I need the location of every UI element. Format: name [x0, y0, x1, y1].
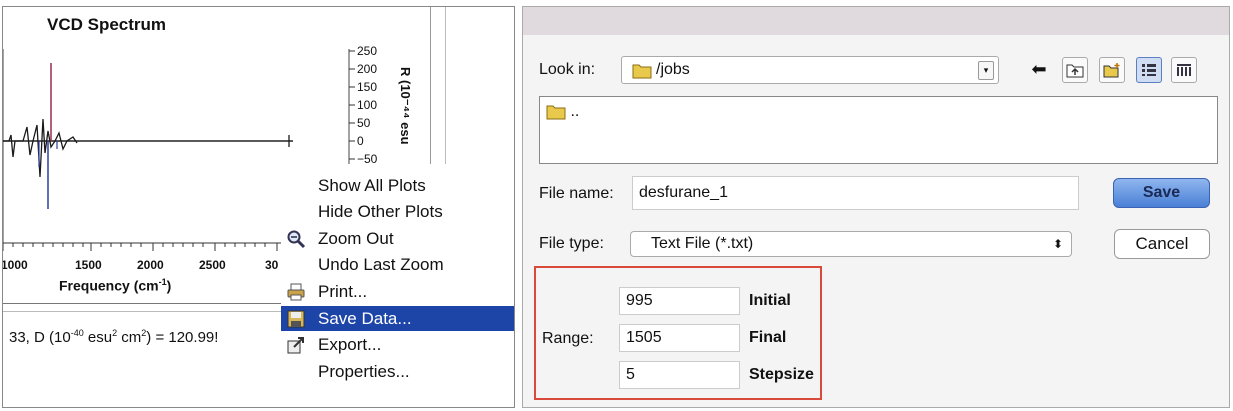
folder-icon	[632, 64, 652, 79]
tick-label: 150	[357, 80, 377, 94]
tick-label: 200	[357, 62, 377, 76]
x-tick-label: 1000	[2, 258, 28, 272]
printer-icon	[287, 283, 305, 301]
save-dialog: Look in: /jobs ▾ ⬅ .. File name: desfura…	[522, 6, 1230, 408]
menu-item-hide-other-plots[interactable]: Hide Other Plots	[281, 199, 514, 224]
final-input[interactable]: 1505	[619, 324, 740, 352]
menu-item-export[interactable]: Export...	[281, 332, 514, 357]
vcd-spectrum-panel: VCD Spectrum 250 200 150 100 50 0 −50 R …	[2, 6, 515, 408]
look-in-value: /jobs	[656, 61, 690, 78]
dropdown-arrow-icon[interactable]: ▾	[978, 61, 994, 80]
tick-label: 50	[357, 116, 371, 130]
export-icon	[287, 337, 304, 354]
file-name-input[interactable]: desfurane_1	[632, 176, 1079, 210]
tick-label: 0	[357, 134, 364, 148]
tick-label: 100	[357, 98, 377, 112]
save-button[interactable]: Save	[1113, 178, 1210, 208]
back-arrow-icon[interactable]: ⬅	[1026, 57, 1052, 83]
x-axis-label: Frequency (cm-1)	[59, 277, 172, 294]
range-group: Range: 995 Initial 1505 Final 5 Stepsize	[534, 266, 822, 400]
context-menu: Show All Plots Hide Other Plots Zoom Out…	[281, 164, 514, 399]
stepsize-label: Stepsize	[749, 366, 814, 383]
x-tick-label: 30	[265, 258, 279, 272]
right-axis-label: R (10⁻⁴⁴ esu	[398, 67, 413, 145]
file-list[interactable]: ..	[539, 96, 1218, 164]
final-label: Final	[749, 329, 787, 346]
up-folder-icon[interactable]	[1062, 57, 1088, 83]
dialog-titlebar[interactable]	[523, 7, 1229, 35]
file-name-label: File name:	[539, 185, 614, 202]
menu-item-show-all-plots[interactable]: Show All Plots	[281, 173, 514, 198]
tick-label: 250	[357, 44, 377, 58]
select-arrows-icon: ⬍	[1052, 237, 1063, 251]
floppy-icon	[287, 310, 305, 328]
range-label: Range:	[542, 330, 594, 347]
list-item[interactable]: ..	[546, 103, 579, 121]
x-tick-label: 1500	[75, 258, 102, 272]
x-tick-label: 2500	[199, 258, 226, 272]
file-type-label: File type:	[539, 235, 604, 252]
look-in-select[interactable]: /jobs ▾	[621, 56, 999, 84]
initial-label: Initial	[749, 292, 791, 309]
status-text: 33, D (10-40 esu2 cm2) = 120.99!	[9, 328, 219, 346]
menu-item-undo-last-zoom[interactable]: Undo Last Zoom	[281, 252, 514, 277]
menu-item-save-data[interactable]: Save Data...	[281, 306, 514, 331]
panel-divider	[430, 7, 431, 167]
new-folder-icon[interactable]	[1099, 57, 1125, 83]
details-view-icon[interactable]	[1171, 57, 1197, 83]
magnifier-icon	[287, 230, 306, 249]
panel-divider	[445, 7, 446, 167]
list-view-icon[interactable]	[1136, 57, 1162, 83]
file-type-select[interactable]: Text File (*.txt) ⬍	[630, 231, 1072, 257]
menu-item-zoom-out[interactable]: Zoom Out	[281, 226, 514, 251]
x-tick-label: 2000	[137, 258, 164, 272]
look-in-label: Look in:	[539, 61, 596, 78]
file-type-value: Text File (*.txt)	[651, 235, 754, 252]
menu-item-print[interactable]: Print...	[281, 279, 514, 304]
cancel-button[interactable]: Cancel	[1114, 229, 1210, 259]
folder-icon	[546, 105, 566, 120]
file-list-item-label: ..	[570, 103, 580, 120]
menu-item-properties[interactable]: Properties...	[281, 359, 514, 384]
stepsize-input[interactable]: 5	[619, 361, 740, 389]
initial-input[interactable]: 995	[619, 287, 740, 315]
